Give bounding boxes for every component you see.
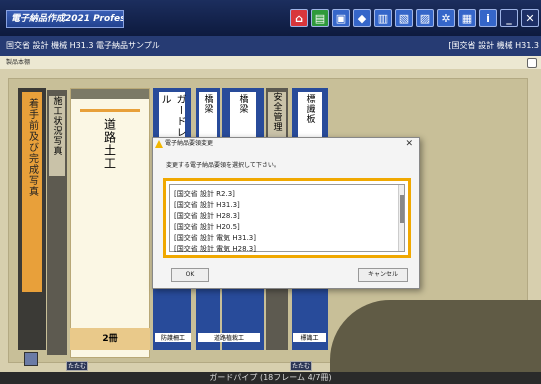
spec-list[interactable]: [国交省 設計 R2.3] [国交省 設計 H31.3] [国交省 設計 H28… <box>163 178 411 258</box>
book-label-panel: 施工状況写真 <box>49 96 65 176</box>
home-icon[interactable]: ⌂ <box>290 9 308 27</box>
spec-listbox[interactable]: [国交省 設計 R2.3] [国交省 設計 H31.3] [国交省 設計 H28… <box>169 184 405 255</box>
document-icon[interactable]: ▧ <box>395 9 413 27</box>
close-icon[interactable]: ✕ <box>405 138 413 150</box>
info-icon[interactable]: i <box>479 9 497 27</box>
shelf-subbar: 製品本棚 <box>0 56 541 69</box>
print-icon[interactable]: ▤ <box>311 9 329 27</box>
bottom-label-guard: 防護柵工 <box>155 333 191 342</box>
list-item[interactable]: [国交省 設計 H31.3] <box>174 200 404 211</box>
dialog-message: 変更する電子納品要領を選択して下さい。 <box>166 162 280 169</box>
binder-ring-icon <box>24 352 38 366</box>
split-icon[interactable]: ◆ <box>353 9 371 27</box>
collapse-button[interactable]: たたむ <box>290 361 312 371</box>
bottom-label-planting: 道路植栽工 <box>198 333 260 342</box>
project-title-right: [国交省 設計 機械 H31.3 <box>448 41 539 50</box>
book-label: 施工状況写真 <box>51 96 62 156</box>
floor-shadow <box>330 300 541 380</box>
list-item[interactable]: [国交省 設計 R2.3] <box>174 189 404 200</box>
book-count: 2冊 <box>102 334 118 344</box>
binder-small-icon[interactable] <box>527 58 537 68</box>
book-label: 着手前及び完成写真 <box>26 98 38 197</box>
bottom-label-sign: 標識工 <box>293 333 326 342</box>
book-count-badge: 2冊 <box>70 328 150 350</box>
close-icon[interactable]: ✕ <box>521 9 539 27</box>
gear-icon[interactable]: ✲ <box>437 9 455 27</box>
cancel-button[interactable]: キャンセル <box>358 268 408 282</box>
list-item[interactable]: [国交省 設計 H28.3] <box>174 211 404 222</box>
warning-icon <box>155 140 163 148</box>
project-title: 国交省 設計 機械 H31.3 電子納品サンプル <box>6 41 160 50</box>
toolbar: ⌂ ▤ ▣ ◆ ▥ ▧ ▨ ✲ ▦ i _ ✕ <box>290 9 539 27</box>
spec-change-dialog: 電子納品要領変更 ✕ 変更する電子納品要領を選択して下さい。 [国交省 設計 R… <box>152 137 420 289</box>
title-bar: 電子納品作成2021 Professional ⌂ ▤ ▣ ◆ ▥ ▧ ▨ ✲ … <box>0 0 541 36</box>
book-label: 道路土工 <box>102 118 117 170</box>
book-label-panel: 着手前及び完成写真 <box>22 92 42 292</box>
book-road-earthwork[interactable]: 道路土工 <box>70 88 150 358</box>
book-top <box>71 89 149 99</box>
book-label-panel: 安全管理 <box>268 92 286 142</box>
list-item[interactable]: [国交省 設計 H20.5] <box>174 222 404 233</box>
list-scrollbar[interactable] <box>398 185 404 251</box>
status-caption: ガードパイプ (18フレーム 4/7冊) <box>0 372 541 384</box>
dialog-titlebar: 電子納品要領変更 ✕ <box>153 138 419 150</box>
book-construction-photos[interactable]: 施工状況写真 <box>47 90 67 355</box>
monitor-icon[interactable]: ▣ <box>332 9 350 27</box>
book-label: 安全管理 <box>271 92 282 132</box>
list-item[interactable]: [国交省 設計 電気 H28.3] <box>174 244 404 255</box>
minimize-icon[interactable]: _ <box>500 9 518 27</box>
list-item[interactable]: [国交省 設計 電気 H31.3] <box>174 233 404 244</box>
book-stripe <box>80 109 140 112</box>
save-icon[interactable]: ▦ <box>458 9 476 27</box>
project-info-bar: 国交省 設計 機械 H31.3 電子納品サンプル [国交省 設計 機械 H31.… <box>0 36 541 56</box>
collapse-button[interactable]: たたむ <box>66 361 88 371</box>
ok-button[interactable]: OK <box>171 268 209 282</box>
binder-icon[interactable]: ▥ <box>374 9 392 27</box>
scroll-thumb[interactable] <box>400 195 404 223</box>
search-document-icon[interactable]: ▨ <box>416 9 434 27</box>
book-photos-complete[interactable]: 着手前及び完成写真 <box>18 88 46 350</box>
dialog-title: 電子納品要領変更 <box>165 140 214 147</box>
app-logo: 電子納品作成2021 Professional <box>6 10 124 28</box>
